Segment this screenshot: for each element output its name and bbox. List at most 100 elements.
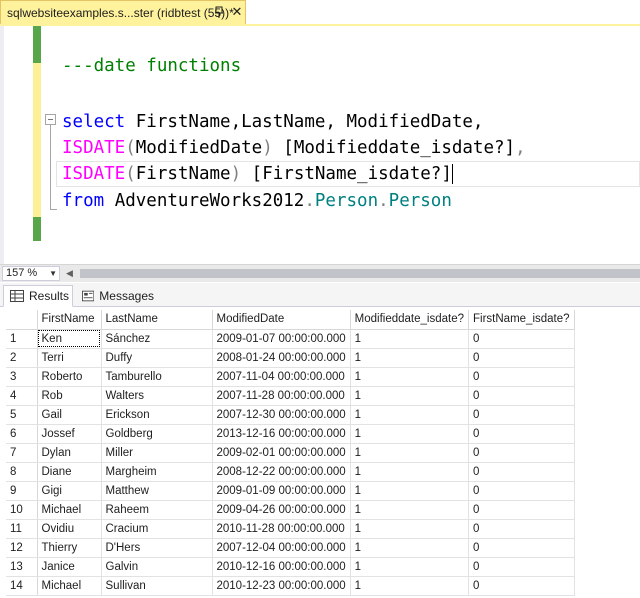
row-number[interactable]: 7 <box>6 443 38 463</box>
grid-cell[interactable]: 0 <box>468 348 575 368</box>
grid-cell[interactable]: Gail <box>37 405 102 425</box>
grid-cell[interactable]: Cracium <box>101 519 213 539</box>
grid-cell[interactable]: 1 <box>350 386 470 406</box>
grid-cell[interactable]: Raheem <box>101 500 213 520</box>
table-row[interactable]: 8 Diane Margheim 2008-12-22 00:00:00.000 1 0 <box>6 462 575 482</box>
grid-cell[interactable]: Sánchez <box>101 329 213 349</box>
grid-cell[interactable]: 0 <box>468 424 575 444</box>
grid-cell[interactable]: Michael <box>37 576 102 596</box>
grid-cell[interactable]: 2007-11-28 00:00:00.000 <box>212 386 351 406</box>
grid-cell[interactable]: 0 <box>468 576 575 596</box>
row-number[interactable]: 5 <box>6 405 38 425</box>
grid-cell[interactable]: Goldberg <box>101 424 213 444</box>
grid-cell[interactable]: 2010-11-28 00:00:00.000 <box>212 519 351 539</box>
grid-cell[interactable]: 1 <box>350 576 470 596</box>
grid-cell[interactable]: 2009-04-26 00:00:00.000 <box>212 500 351 520</box>
results-grid[interactable]: FirstName LastName ModifiedDate Modified… <box>6 310 575 596</box>
grid-cell[interactable]: 2010-12-23 00:00:00.000 <box>212 576 351 596</box>
column-header[interactable]: ModifiedDate <box>212 310 351 330</box>
row-number[interactable]: 8 <box>6 462 38 482</box>
row-number[interactable]: 3 <box>6 367 38 387</box>
grid-cell[interactable]: Thierry <box>37 538 102 558</box>
grid-cell[interactable]: 1 <box>350 538 470 558</box>
grid-cell[interactable]: Janice <box>37 557 102 577</box>
grid-cell[interactable]: 2007-11-04 00:00:00.000 <box>212 367 351 387</box>
row-number[interactable]: 2 <box>6 348 38 368</box>
scroll-left-icon[interactable]: ◀ <box>66 268 73 279</box>
grid-cell[interactable]: Miller <box>101 443 213 463</box>
grid-cell[interactable]: 1 <box>350 367 470 387</box>
row-number[interactable]: 12 <box>6 538 38 558</box>
row-number-header[interactable] <box>6 310 38 330</box>
grid-cell[interactable]: Diane <box>37 462 102 482</box>
grid-cell[interactable]: 2007-12-30 00:00:00.000 <box>212 405 351 425</box>
table-row[interactable]: 2 Terri Duffy 2008-01-24 00:00:00.000 1 0 <box>6 348 575 368</box>
grid-cell[interactable]: 0 <box>468 462 575 482</box>
row-number[interactable]: 1 <box>6 329 38 349</box>
row-number[interactable]: 10 <box>6 500 38 520</box>
sql-editor[interactable]: ---date functions select FirstName,LastN… <box>0 26 640 264</box>
table-row[interactable]: 4 Rob Walters 2007-11-28 00:00:00.000 1 0 <box>6 386 575 406</box>
grid-cell[interactable]: 0 <box>468 481 575 501</box>
grid-cell[interactable]: Walters <box>101 386 213 406</box>
grid-cell[interactable]: 0 <box>468 538 575 558</box>
row-number[interactable]: 4 <box>6 386 38 406</box>
grid-cell[interactable]: 1 <box>350 481 470 501</box>
grid-cell[interactable]: 1 <box>350 500 470 520</box>
row-number[interactable]: 9 <box>6 481 38 501</box>
grid-cell[interactable]: 0 <box>468 405 575 425</box>
grid-cell[interactable]: 0 <box>468 557 575 577</box>
table-row[interactable]: 13 Janice Galvin 2010-12-16 00:00:00.000 1 0 <box>6 557 575 577</box>
grid-cell[interactable]: Dylan <box>37 443 102 463</box>
table-row[interactable]: 3 Roberto Tamburello 2007-11-04 00:00:00.00… <box>6 367 575 387</box>
grid-cell[interactable]: 2009-02-01 00:00:00.000 <box>212 443 351 463</box>
table-row[interactable]: 11 Ovidiu Cracium 2010-11-28 00:00:00.000 1 0 <box>6 519 575 539</box>
grid-cell[interactable]: 2009-01-07 00:00:00.000 <box>212 329 351 349</box>
close-tab-icon[interactable]: ✕ <box>230 3 244 21</box>
table-row[interactable]: 14 Michael Sullivan 2010-12-23 00:00:00.000… <box>6 576 575 596</box>
table-row[interactable]: 10 Michael Raheem 2009-04-26 00:00:00.000 1 0 <box>6 500 575 520</box>
tab-messages[interactable]: Messages <box>76 285 154 307</box>
grid-cell[interactable]: Terri <box>37 348 102 368</box>
horizontal-scrollbar-thumb[interactable] <box>80 269 640 278</box>
grid-cell[interactable]: Sullivan <box>101 576 213 596</box>
grid-cell[interactable]: 2010-12-16 00:00:00.000 <box>212 557 351 577</box>
column-header[interactable]: FirstName_isdate? <box>468 310 575 330</box>
table-row[interactable]: 5 Gail Erickson 2007-12-30 00:00:00.000 1 0 <box>6 405 575 425</box>
grid-cell[interactable]: 2009-01-09 00:00:00.000 <box>212 481 351 501</box>
grid-cell[interactable]: Erickson <box>101 405 213 425</box>
zoom-dropdown[interactable]: 157 % ▼ <box>2 266 60 281</box>
grid-cell[interactable]: 1 <box>350 329 470 349</box>
collapse-outline-icon[interactable] <box>45 114 56 125</box>
grid-cell[interactable]: 1 <box>350 405 470 425</box>
row-number[interactable]: 14 <box>6 576 38 596</box>
grid-cell[interactable]: 0 <box>468 386 575 406</box>
grid-cell[interactable]: Rob <box>37 386 102 406</box>
grid-cell[interactable]: 2007-12-04 00:00:00.000 <box>212 538 351 558</box>
grid-cell[interactable]: 1 <box>350 519 470 539</box>
table-row[interactable]: 1 Ken Sánchez 2009-01-07 00:00:00.000 1 0 <box>6 329 575 349</box>
table-row[interactable]: 6 Jossef Goldberg 2013-12-16 00:00:00.000 1 0 <box>6 424 575 444</box>
row-number[interactable]: 6 <box>6 424 38 444</box>
grid-cell[interactable]: Margheim <box>101 462 213 482</box>
tab-results[interactable]: Results <box>3 285 73 307</box>
grid-cell[interactable]: 1 <box>350 462 470 482</box>
table-row[interactable]: 7 Dylan Miller 2009-02-01 00:00:00.000 1 0 <box>6 443 575 463</box>
grid-cell[interactable]: 0 <box>468 367 575 387</box>
grid-cell[interactable]: Roberto <box>37 367 102 387</box>
grid-cell[interactable]: Ken <box>37 329 102 349</box>
row-number[interactable]: 11 <box>6 519 38 539</box>
grid-cell[interactable]: D'Hers <box>101 538 213 558</box>
grid-cell[interactable]: 2008-12-22 00:00:00.000 <box>212 462 351 482</box>
grid-cell[interactable]: Tamburello <box>101 367 213 387</box>
grid-cell[interactable]: 0 <box>468 443 575 463</box>
column-header[interactable]: FirstName <box>37 310 102 330</box>
column-header[interactable]: LastName <box>101 310 213 330</box>
grid-cell[interactable]: Jossef <box>37 424 102 444</box>
pin-icon[interactable] <box>212 5 226 19</box>
grid-cell[interactable]: Galvin <box>101 557 213 577</box>
grid-cell[interactable]: 1 <box>350 443 470 463</box>
row-number[interactable]: 13 <box>6 557 38 577</box>
grid-cell[interactable]: 0 <box>468 519 575 539</box>
grid-cell[interactable]: Michael <box>37 500 102 520</box>
